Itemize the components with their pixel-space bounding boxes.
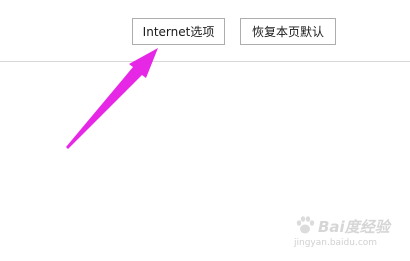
watermark-url: jingyan.baidu.com — [294, 238, 378, 248]
screenshot-stage: Internet选项 恢复本页默认 Bai度经验 jingyan.baidu.c… — [0, 0, 410, 261]
settings-toolbar: Internet选项 恢复本页默认 — [0, 0, 410, 62]
baidu-jingyan-watermark: Bai度经验 jingyan.baidu.com — [292, 214, 404, 258]
arrow-shape — [66, 48, 158, 149]
watermark-brand: Bai度经验 — [318, 218, 390, 236]
paw-logo-icon — [296, 216, 315, 234]
internet-options-button[interactable]: Internet选项 — [132, 18, 225, 45]
toolbar-divider — [0, 61, 410, 62]
restore-page-defaults-button[interactable]: 恢复本页默认 — [240, 18, 336, 45]
